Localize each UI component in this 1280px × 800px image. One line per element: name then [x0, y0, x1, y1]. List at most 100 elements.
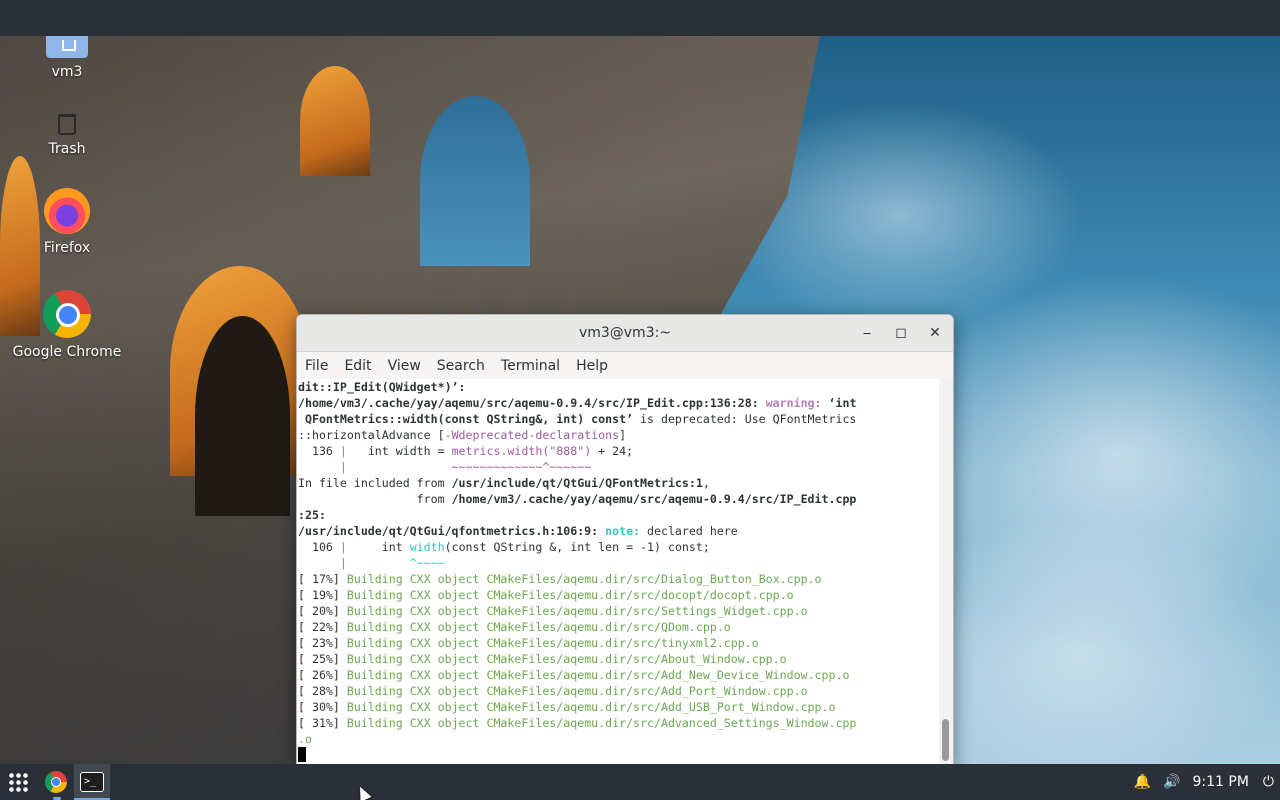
output-segment: is deprecated: Use QFontMetrics [633, 412, 857, 426]
output-line: | ~~~~~~~~~~~~~^~~~~~~ [297, 459, 939, 475]
menu-edit[interactable]: Edit [336, 358, 379, 374]
build-line: [ 28%] Building CXX object CMakeFiles/aq… [297, 683, 939, 699]
build-percent: [ 26%] [298, 668, 347, 682]
terminal-icon: >_ [80, 772, 104, 792]
desktop-icon-chrome[interactable]: Google Chrome [2, 290, 132, 360]
desktop-icon-label: vm3 [51, 64, 83, 80]
wallpaper-arch [420, 96, 530, 266]
output-line: /usr/include/qt/QtGui/qfontmetrics.h:106… [297, 523, 939, 539]
gutter-bar: | [339, 460, 347, 474]
desktop-icon-home[interactable]: vm3 [2, 36, 132, 80]
power-icon[interactable]: ⏻ [1263, 774, 1274, 790]
build-message: Building CXX object CMakeFiles/aqemu.dir… [346, 652, 787, 666]
output-segment: from [298, 492, 452, 506]
build-line: [ 20%] Building CXX object CMakeFiles/aq… [297, 603, 939, 619]
build-message: Building CXX object CMakeFiles/aqemu.dir… [346, 700, 836, 714]
gutter-bar: | [339, 540, 347, 554]
output-segment: /usr/include/qt/QtGui/QFontMetrics:1 [451, 476, 703, 490]
terminal-titlebar[interactable]: vm3@vm3:~ ⎯ ◻ ✕ [297, 315, 953, 352]
taskbar-terminal-button[interactable]: >_ [80, 768, 104, 796]
minimize-button[interactable]: ⎯ [857, 323, 877, 343]
build-line: [ 31%] Building CXX object CMakeFiles/aq… [297, 715, 939, 731]
caret-marker: ~~~~~~~~~~~~~^~~~~~~ [451, 460, 592, 474]
build-line: [ 17%] Building CXX object CMakeFiles/aq… [297, 571, 939, 587]
build-message: Building CXX object CMakeFiles/aqemu.dir… [346, 620, 731, 634]
wallpaper-arch [195, 316, 290, 516]
maximize-button[interactable]: ◻ [891, 323, 911, 343]
output-segment: In file included from [298, 476, 452, 490]
output-line: :25: [298, 508, 326, 522]
caret-marker: ^~~~~ [409, 556, 445, 570]
highlighted-code: width [409, 540, 445, 554]
build-line: [ 19%] Building CXX object CMakeFiles/aq… [297, 587, 939, 603]
build-percent: [ 19%] [298, 588, 347, 602]
output-line: | ^~~~~ [297, 555, 939, 571]
build-percent: [ 17%] [298, 572, 347, 586]
output-segment: /home/vm3/.cache/yay/aqemu/src/aqemu-0.9… [298, 396, 766, 410]
output-line: In file included from /usr/include/qt/Qt… [297, 475, 939, 491]
output-segment: , [702, 476, 710, 490]
warning-label: warning: [765, 396, 829, 410]
taskbar-chrome-button[interactable] [44, 768, 68, 796]
build-percent: [ 20%] [298, 604, 347, 618]
line-number: 106 [298, 540, 340, 554]
build-line: [ 26%] Building CXX object CMakeFiles/aq… [297, 667, 939, 683]
output-segment [298, 460, 340, 474]
output-line: /home/vm3/.cache/yay/aqemu/src/aqemu-0.9… [297, 395, 939, 411]
window-title: vm3@vm3:~ [578, 325, 672, 341]
wallpaper-arch [300, 66, 370, 176]
volume-icon[interactable]: 🔊 [1163, 774, 1180, 790]
output-segment [298, 556, 340, 570]
app-grid-icon [8, 772, 28, 792]
build-line: [ 25%] Building CXX object CMakeFiles/aq… [297, 651, 939, 667]
menu-bar: File Edit View Search Terminal Help [297, 352, 953, 380]
clock[interactable]: 9:11 PM [1193, 774, 1249, 790]
top-panel [0, 0, 1280, 36]
output-segment: /usr/include/qt/QtGui/qfontmetrics.h:106… [298, 524, 606, 538]
terminal-scrollbar[interactable] [939, 379, 953, 765]
build-percent: [ 30%] [298, 700, 347, 714]
chrome-icon [43, 290, 91, 338]
desktop-icon-firefox[interactable]: Firefox [2, 188, 132, 256]
highlighted-code: metrics.width("888") [451, 444, 592, 458]
terminal-output[interactable]: dit::IP_Edit(QWidget*)’: /home/vm3/.cach… [297, 379, 939, 765]
output-segment: int width = [346, 444, 452, 458]
menu-file[interactable]: File [297, 358, 336, 374]
notification-bell-icon[interactable]: 🔔 [1134, 774, 1151, 790]
build-line: [ 30%] Building CXX object CMakeFiles/aq… [297, 699, 939, 715]
home-folder-icon [46, 36, 88, 58]
menu-help[interactable]: Help [568, 358, 616, 374]
trash-icon [58, 114, 76, 135]
output-line: .o [298, 732, 312, 746]
build-message: Building CXX object CMakeFiles/aqemu.dir… [346, 572, 822, 586]
build-line: [ 23%] Building CXX object CMakeFiles/aq… [297, 635, 939, 651]
build-message: Building CXX object CMakeFiles/aqemu.dir… [346, 588, 794, 602]
output-segment: + 24; [591, 444, 634, 458]
build-message: Building CXX object CMakeFiles/aqemu.dir… [346, 716, 857, 730]
output-segment: declared here [647, 524, 738, 538]
menu-terminal[interactable]: Terminal [493, 358, 568, 374]
desktop-icon-trash[interactable]: Trash [2, 114, 132, 157]
app-launcher-button[interactable] [8, 768, 28, 796]
output-segment [347, 460, 452, 474]
text-cursor [298, 747, 306, 762]
menu-search[interactable]: Search [429, 358, 493, 374]
output-line: QFontMetrics::width(const QString&, int)… [297, 411, 939, 427]
output-segment: (const QString &, int len = -1) const; [444, 540, 710, 554]
menu-view[interactable]: View [380, 358, 429, 374]
output-segment: QFontMetrics::width(const QString&, int)… [298, 412, 634, 426]
output-segment: ] [619, 428, 627, 442]
prompt-line[interactable] [297, 747, 939, 763]
output-line: ::horizontalAdvance [-Wdeprecated-declar… [297, 427, 939, 443]
output-segment [347, 556, 410, 570]
gutter-bar: | [339, 556, 347, 570]
taskbar: >_ 🔔 🔊 9:11 PM ⏻ [0, 764, 1280, 800]
gutter-bar: | [339, 444, 347, 458]
output-segment: ‘int [828, 396, 857, 410]
desktop-icon-label: Google Chrome [12, 344, 122, 360]
build-percent: [ 28%] [298, 684, 347, 698]
build-percent: [ 31%] [298, 716, 347, 730]
terminal-window[interactable]: vm3@vm3:~ ⎯ ◻ ✕ File Edit View Search Te… [296, 314, 954, 766]
scrollbar-thumb[interactable] [942, 719, 949, 761]
close-button[interactable]: ✕ [925, 323, 945, 343]
